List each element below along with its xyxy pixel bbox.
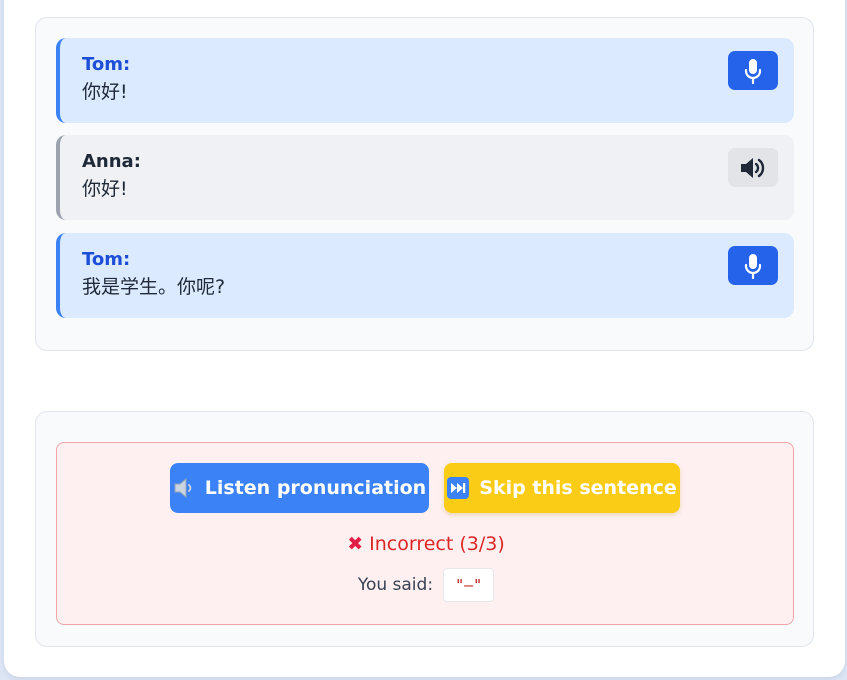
you-said-value: "—" (443, 568, 495, 602)
speaker-name: Tom: (82, 54, 131, 75)
dialog-line-partner: Anna: 你好! (56, 135, 794, 220)
listen-pronunciation-button[interactable]: Listen pronunciation (170, 463, 429, 513)
result-status: ✖ Incorrect (3/3) (57, 531, 795, 557)
speaker-name: Anna: (82, 151, 141, 172)
mic-icon (744, 253, 762, 279)
dialog-line-user: Tom: 你好! (56, 38, 794, 123)
record-button[interactable] (728, 51, 778, 90)
mic-icon (744, 58, 762, 84)
dialog-panel: Tom: 你好! Anna: 你好! Tom: 我是学生。你呢? (35, 17, 814, 351)
you-said-row: You said: "—" (57, 568, 795, 602)
record-button[interactable] (728, 246, 778, 285)
dialog-line-user: Tom: 我是学生。你呢? (56, 233, 794, 318)
you-said-label: You said: (357, 575, 434, 595)
skip-sentence-button[interactable]: Skip this sentence (444, 463, 680, 513)
fast-forward-icon (447, 477, 470, 499)
feedback-panel: Listen pronunciation Skip this sentence … (35, 411, 814, 647)
utterance-text: 你好! (82, 178, 128, 200)
status-text: Incorrect (3/3) (369, 533, 505, 555)
speaker-icon (741, 157, 765, 178)
utterance-text: 我是学生。你呢? (82, 276, 226, 298)
listen-button-label: Listen pronunciation (204, 477, 427, 499)
feedback-box: Listen pronunciation Skip this sentence … (56, 442, 794, 625)
cross-mark-icon: ✖ (347, 533, 364, 555)
utterance-text: 你好! (82, 81, 128, 103)
speaker-low-icon (173, 477, 195, 499)
skip-button-label: Skip this sentence (479, 477, 677, 499)
play-audio-button[interactable] (728, 148, 778, 187)
speaker-name: Tom: (82, 249, 131, 270)
